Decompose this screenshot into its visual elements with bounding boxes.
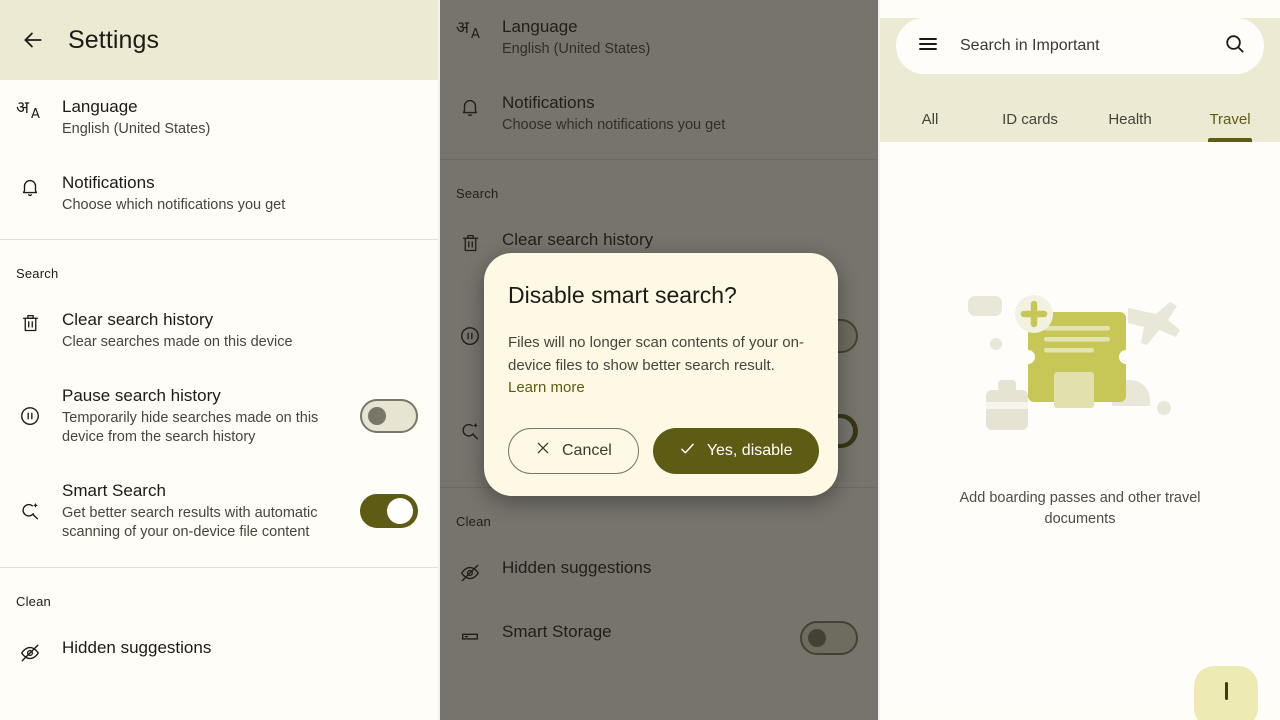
settings-screen: Settings अA Language English (United Sta… — [0, 0, 440, 685]
category-tabs: All ID cards Health Travel — [880, 74, 1280, 142]
search-bar[interactable]: Search in Important — [896, 18, 1264, 74]
setting-title: Clear search history — [62, 310, 214, 329]
close-icon — [535, 440, 551, 461]
confirm-disable-button-label: Yes, disable — [706, 441, 793, 459]
pause-circle-icon — [16, 405, 44, 427]
tab-id-cards[interactable]: ID cards — [980, 111, 1080, 142]
smart-search-icon — [16, 500, 44, 522]
setting-title: Language — [62, 97, 138, 116]
toggle-smart-search[interactable] — [360, 494, 418, 528]
panel-important: Search in Important All ID cards Health … — [880, 0, 1280, 720]
panel-divider-2 — [878, 0, 880, 720]
settings-group-general: अA Language English (United States) — [0, 80, 440, 240]
dialog-body-text: Files will no longer scan contents of yo… — [508, 334, 804, 374]
hamburger-menu-icon[interactable] — [916, 32, 940, 61]
setting-subtitle: Clear searches made on this device — [62, 334, 293, 350]
setting-row-notifications[interactable]: Notifications Choose which notifications… — [0, 156, 440, 232]
empty-state-caption: Add boarding passes and other travel doc… — [959, 490, 1201, 527]
check-icon — [679, 440, 696, 462]
setting-subtitle: Temporarily hide searches made on this d… — [62, 409, 319, 446]
setting-row-pause-search-history[interactable]: Pause search history Temporarily hide se… — [0, 369, 440, 464]
panel-settings-dialog: अA Language English (United States) — [440, 0, 880, 720]
panel-settings: Settings अA Language English (United Sta… — [0, 0, 440, 720]
toggle-pause-search-history[interactable] — [360, 399, 418, 433]
tab-all[interactable]: All — [880, 111, 980, 142]
important-header: Search in Important All ID cards Health … — [880, 18, 1280, 142]
setting-subtitle: Get better search results with automatic… — [62, 504, 318, 541]
screenshot-stage: Settings अA Language English (United Sta… — [0, 0, 1280, 720]
setting-row-hidden-suggestions[interactable]: Hidden suggestions — [0, 621, 440, 685]
setting-title: Smart Search — [62, 480, 166, 500]
boarding-pass-illustration — [968, 295, 1180, 430]
cancel-button[interactable]: Cancel — [508, 427, 639, 474]
setting-row-smart-search[interactable]: Smart Search Get better search results w… — [0, 464, 440, 559]
setting-title: Notifications — [62, 172, 155, 192]
section-header-search: Search — [16, 266, 59, 281]
settings-group-search: Search Clear search history Clear search… — [0, 240, 440, 568]
setting-row-clear-search-history[interactable]: Clear search history Clear searches made… — [0, 293, 440, 369]
dialog-title: Disable smart search? — [508, 282, 737, 308]
panel-divider-1 — [438, 0, 440, 720]
learn-more-link[interactable]: Learn more — [508, 379, 585, 396]
setting-title: Pause search history — [62, 385, 221, 405]
settings-group-clean: Clean Hidden suggestions — [0, 567, 440, 685]
setting-subtitle: English (United States) — [62, 121, 211, 137]
bell-icon — [16, 172, 44, 198]
eye-off-icon — [16, 642, 44, 664]
tab-travel[interactable]: Travel — [1180, 111, 1280, 142]
travel-empty-state: Add boarding passes and other travel doc… — [880, 142, 1280, 720]
dialog-actions: Cancel Yes, disable — [508, 427, 819, 474]
setting-subtitle: Choose which notifications you get — [62, 196, 286, 213]
page-title: Settings — [68, 25, 160, 54]
translate-icon: अA — [16, 98, 40, 122]
search-icon[interactable] — [1223, 32, 1246, 60]
settings-appbar: Settings — [0, 0, 440, 80]
add-fab[interactable] — [1194, 666, 1258, 720]
tab-health[interactable]: Health — [1080, 111, 1180, 142]
arrow-left-icon[interactable] — [18, 25, 48, 55]
setting-title: Hidden suggestions — [62, 637, 212, 657]
add-icon — [1224, 682, 1228, 700]
trash-icon — [16, 309, 44, 334]
search-input[interactable]: Search in Important — [960, 37, 1203, 55]
dialog-body: Files will no longer scan contents of yo… — [508, 332, 814, 400]
section-header-clean: Clean — [16, 593, 51, 609]
setting-row-language[interactable]: अA Language English (United States) — [0, 80, 440, 156]
cancel-button-label: Cancel — [562, 441, 612, 459]
disable-smart-search-dialog: Disable smart search? Files will no long… — [484, 253, 838, 496]
confirm-disable-button[interactable]: Yes, disable — [652, 427, 819, 474]
